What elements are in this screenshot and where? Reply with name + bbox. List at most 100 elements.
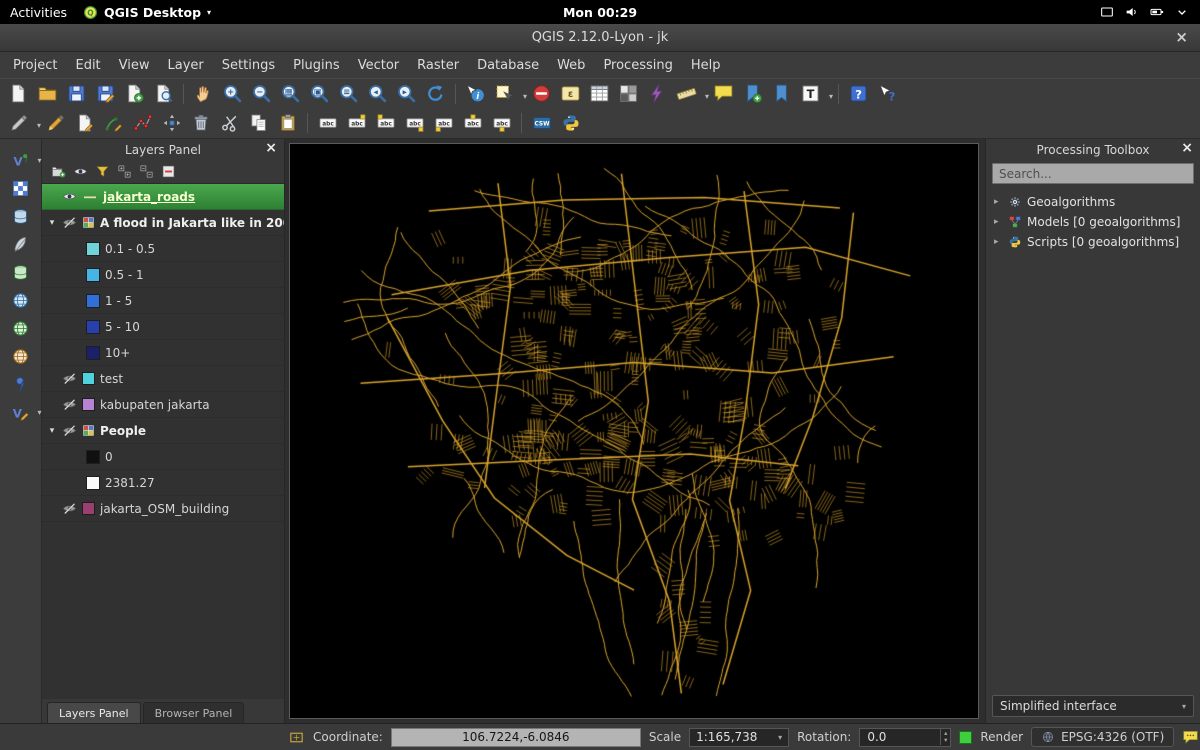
whats-this-button[interactable]: ? [874, 81, 901, 107]
scale-select[interactable]: 1:165,738 ▾ [689, 728, 789, 747]
collapse-all-button[interactable] [139, 164, 154, 179]
menu-settings[interactable]: Settings [213, 55, 284, 76]
add-wfs-layer-button[interactable] [9, 345, 33, 367]
field-calculator-button[interactable] [615, 81, 642, 107]
new-print-composer-button[interactable] [121, 81, 148, 107]
move-feature-button[interactable] [158, 110, 185, 136]
text-annotation-button[interactable]: T▾ [797, 81, 824, 107]
window-close-button[interactable]: × [1175, 28, 1188, 46]
layer-item[interactable]: ▾A flood in Jakarta like in 2007 [42, 210, 284, 236]
processing-group[interactable]: ▸Models [0 geoalgorithms] [986, 212, 1200, 232]
filter-legend-button[interactable] [95, 164, 110, 179]
rotate-label-button[interactable]: abc [430, 110, 457, 136]
add-postgis-layer-button[interactable] [9, 205, 33, 227]
layer-hidden-eye-icon[interactable] [62, 371, 77, 386]
user-menu-chevron-icon[interactable] [1174, 4, 1190, 20]
new-shapefile-layer-button[interactable]: V▾ [9, 401, 33, 423]
mouse-position-toggle-icon[interactable] [288, 729, 305, 746]
menu-help[interactable]: Help [682, 55, 730, 76]
manage-layer-visibility-button[interactable] [73, 164, 88, 179]
tab-layers-panel[interactable]: Layers Panel [47, 702, 141, 723]
pin-unpin-labels-button[interactable]: abc [343, 110, 370, 136]
add-group-button[interactable] [51, 164, 66, 179]
menu-raster[interactable]: Raster [408, 55, 468, 76]
expander-icon[interactable]: ▸ [994, 197, 1003, 207]
add-raster-layer-button[interactable] [9, 177, 33, 199]
menu-vector[interactable]: Vector [349, 55, 408, 76]
layers-panel-close-button[interactable]: × [265, 140, 277, 156]
legend-item[interactable]: 10+ [42, 340, 284, 366]
tab-browser-panel[interactable]: Browser Panel [143, 702, 245, 723]
menu-plugins[interactable]: Plugins [284, 55, 349, 76]
layer-item[interactable]: jakarta_OSM_building [42, 496, 284, 522]
activities-button[interactable]: Activities [10, 5, 67, 20]
volume-icon[interactable] [1124, 4, 1140, 20]
move-label-button[interactable]: abc [401, 110, 428, 136]
zoom-to-selection-button[interactable]: ▣ [306, 81, 333, 107]
add-vector-layer-button[interactable]: V▾ [9, 149, 33, 171]
layers-panel-header[interactable]: Layers Panel × [42, 139, 284, 160]
menu-edit[interactable]: Edit [66, 55, 109, 76]
measure-line-button[interactable]: ▾ [673, 81, 700, 107]
csw-metasearch-button[interactable]: CSW [528, 110, 555, 136]
new-project-button[interactable] [5, 81, 32, 107]
python-console-button[interactable] [557, 110, 584, 136]
select-by-expression-button[interactable]: ε [557, 81, 584, 107]
spinner-arrows-icon[interactable]: ▴▾ [940, 729, 950, 745]
layer-hidden-eye-icon[interactable] [62, 501, 77, 516]
copy-features-button[interactable] [245, 110, 272, 136]
battery-icon[interactable] [1149, 4, 1165, 20]
legend-item[interactable]: 0.5 - 1 [42, 262, 284, 288]
show-hide-labels-button[interactable]: abc [459, 110, 486, 136]
layer-item[interactable]: jakarta_roads [42, 184, 284, 210]
legend-item[interactable]: 2381.27 [42, 470, 284, 496]
messages-button[interactable] [1182, 727, 1199, 747]
open-attribute-table-button[interactable] [586, 81, 613, 107]
layer-hidden-eye-icon[interactable] [62, 397, 77, 412]
expander-icon[interactable]: ▾ [47, 218, 57, 228]
zoom-to-layer-button[interactable]: ≡ [335, 81, 362, 107]
layer-item[interactable]: kabupaten jakarta [42, 392, 284, 418]
save-layer-edits-button[interactable] [71, 110, 98, 136]
layer-item[interactable]: ▾People [42, 418, 284, 444]
processing-group[interactable]: ▸Scripts [0 geoalgorithms] [986, 232, 1200, 252]
remove-layer-button[interactable] [161, 164, 176, 179]
change-label-properties-button[interactable]: abc [488, 110, 515, 136]
processing-panel-close-button[interactable]: × [1181, 140, 1193, 156]
menu-view[interactable]: View [110, 55, 159, 76]
app-menu-button[interactable]: Q QGIS Desktop ▾ [83, 5, 211, 20]
processing-search-input[interactable] [992, 163, 1194, 184]
delete-selected-button[interactable] [187, 110, 214, 136]
legend-item[interactable]: 0.1 - 0.5 [42, 236, 284, 262]
window-selector-icon[interactable] [1099, 4, 1115, 20]
layer-hidden-eye-icon[interactable] [62, 215, 77, 230]
help-contents-button[interactable]: ? [845, 81, 872, 107]
chevron-down-icon[interactable]: ▾ [37, 408, 41, 417]
chevron-down-icon[interactable]: ▾ [37, 156, 41, 165]
menu-layer[interactable]: Layer [159, 55, 213, 76]
zoom-last-button[interactable]: ◂ [364, 81, 391, 107]
current-edits-button[interactable]: ▾ [5, 110, 32, 136]
layer-item[interactable]: test [42, 366, 284, 392]
composer-manager-button[interactable] [150, 81, 177, 107]
node-tool-button[interactable] [129, 110, 156, 136]
chevron-down-icon[interactable]: ▾ [829, 92, 833, 101]
map-canvas[interactable] [289, 143, 979, 719]
render-checkbox[interactable] [959, 731, 972, 744]
show-bookmarks-button[interactable] [768, 81, 795, 107]
expand-all-button[interactable] [117, 164, 132, 179]
layer-hidden-eye-icon[interactable] [62, 423, 77, 438]
expander-icon[interactable]: ▸ [994, 217, 1003, 227]
menu-database[interactable]: Database [468, 55, 548, 76]
rotation-spinner[interactable]: 0.0 ▴▾ [859, 728, 951, 747]
processing-group[interactable]: ▸Geoalgorithms [986, 192, 1200, 212]
legend-item[interactable]: 5 - 10 [42, 314, 284, 340]
expander-icon[interactable]: ▸ [994, 237, 1003, 247]
chevron-down-icon[interactable]: ▾ [705, 92, 709, 101]
crs-button[interactable]: EPSG:4326 (OTF) [1031, 727, 1174, 747]
coordinate-input[interactable]: 106.7224,-6.0846 [391, 728, 641, 747]
zoom-next-button[interactable]: ▸ [393, 81, 420, 107]
deselect-features-button[interactable] [528, 81, 555, 107]
menu-processing[interactable]: Processing [594, 55, 681, 76]
add-mssql-layer-button[interactable] [9, 261, 33, 283]
